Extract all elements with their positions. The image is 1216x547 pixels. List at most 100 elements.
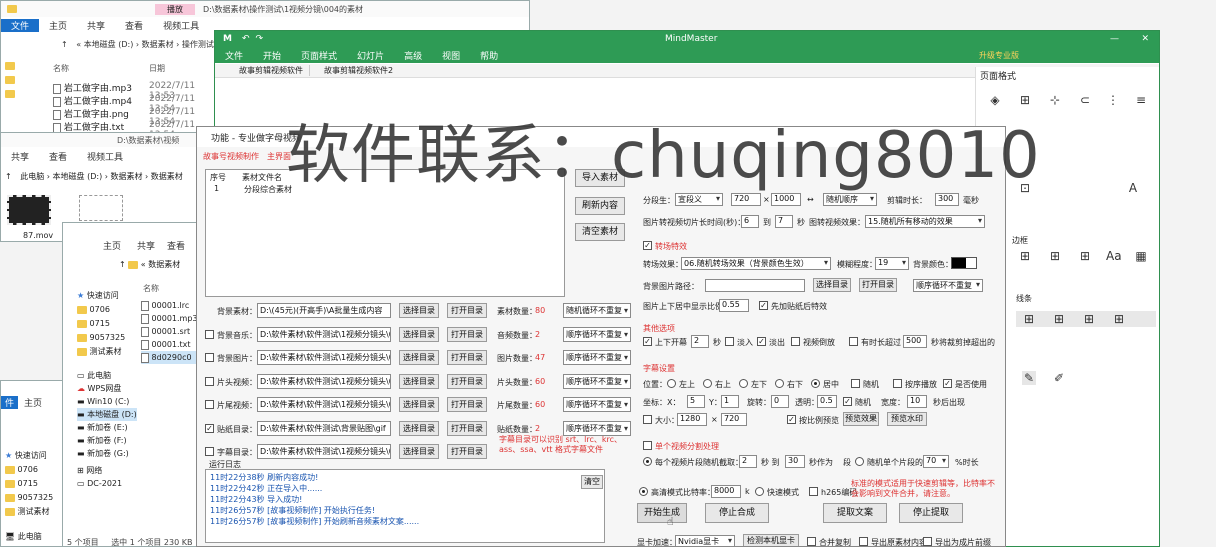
tab-share[interactable]: 共享 [77, 19, 115, 32]
row-path-input[interactable]: D:\软件素材\软件测试\1视频分镜头\0 [257, 326, 391, 342]
list-item[interactable]: 00001.mp3 [141, 312, 198, 325]
row-open-button[interactable]: 打开目录 [447, 326, 487, 342]
run-log[interactable]: 11时22分38秒 刷新内容成功! 11时22分42秒 正在导入中...... … [205, 469, 605, 543]
list-item[interactable]: 00001.txt [141, 338, 198, 351]
nav-folder[interactable]: 9057325 [5, 491, 53, 505]
row-mode-select[interactable]: 顺序循环不重复 [563, 373, 631, 389]
doc-tab[interactable]: 故事剪辑视频软件 [233, 65, 310, 76]
col-name[interactable]: 名称 [143, 283, 159, 294]
font-icon[interactable]: Aa [1106, 249, 1122, 263]
branch-icon[interactable]: ⋮ [1106, 93, 1120, 107]
stop-merge-button[interactable]: 停止合成 [705, 503, 769, 523]
row-mode-select[interactable]: 顺序循环不重复 [563, 420, 631, 436]
cut-pct-select[interactable]: 70 [923, 455, 949, 468]
transition-select[interactable]: 06.随机转场效果（背景颜色生效） [681, 257, 831, 270]
row-select-button[interactable]: 选择目录 [399, 303, 439, 318]
rotate-input[interactable]: 0 [771, 395, 789, 408]
image-effect-select[interactable]: 15.随机所有移动的效果 [865, 215, 985, 228]
cut-min-input[interactable]: 2 [739, 455, 757, 468]
video-thumbnail[interactable] [7, 195, 51, 225]
tab-story-video[interactable]: 故事号视频制作 [197, 151, 263, 162]
bg-mode-select[interactable]: 顺序循环不重复 [913, 279, 983, 292]
tree-icon[interactable]: ⊹ [1048, 93, 1062, 107]
grid-icon[interactable]: ⊞ [1022, 312, 1036, 326]
menu-help[interactable]: 帮助 [470, 49, 508, 62]
close-icon[interactable]: ✕ [1141, 34, 1149, 44]
upgrade-button[interactable]: 升级专业版 [979, 50, 1019, 61]
bitrate-input[interactable]: 8000 [711, 485, 741, 498]
pos-bottom-left-radio[interactable] [739, 379, 748, 388]
row-path-input[interactable]: D:\(45元)(开高手)\A批量生成内容 [257, 303, 391, 318]
cut-max-input[interactable]: 30 [785, 455, 805, 468]
col-name[interactable]: 名称 [53, 63, 69, 74]
row-open-button[interactable]: 打开目录 [447, 373, 487, 389]
extract-text-button[interactable]: 提取文案 [823, 503, 887, 523]
video-thumbnail[interactable] [79, 195, 123, 221]
nav-folder[interactable]: 测试素材 [5, 505, 53, 519]
row-open-button[interactable]: 打开目录 [447, 397, 487, 412]
gpu-select[interactable]: Nvidia显卡 [675, 535, 735, 546]
pos-top-right-radio[interactable] [703, 379, 712, 388]
tab-file[interactable]: 文件 [1, 18, 40, 32]
nav-quick-access[interactable]: ★ 快速访问 [5, 449, 53, 463]
nav-folder[interactable]: 0706 [77, 303, 125, 317]
row-mode-select[interactable]: 顺序循环不重复 [563, 397, 631, 412]
row-mode-select[interactable]: 随机循环不重复 [563, 303, 631, 318]
fast-mode-radio[interactable] [755, 487, 764, 496]
grid-icon[interactable]: ⊞ [1048, 249, 1062, 263]
curtain-seconds-input[interactable]: 2 [691, 335, 709, 348]
nav-folder[interactable]: 0715 [5, 477, 53, 491]
breadcrumb[interactable]: ↑ « 本地磁盘 (D:) › 数据素材 › 操作测试 [61, 39, 214, 53]
minimize-icon[interactable]: — [1110, 34, 1119, 44]
pos-bottom-right-radio[interactable] [775, 379, 784, 388]
grid-icon[interactable]: ⊞ [1082, 312, 1096, 326]
log-clear-button[interactable]: 清空 [581, 475, 603, 489]
tab-video-tools[interactable]: 视频工具 [77, 150, 133, 163]
size-width-input[interactable]: 1280 [677, 413, 707, 426]
appear-input[interactable]: 10 [907, 395, 927, 408]
list-item[interactable]: 岩工做字由.mp3 2022/7/11 13:53 [53, 81, 195, 101]
preview-effect-button[interactable]: 预览效果 [843, 412, 879, 426]
sticker-first-checkbox[interactable]: ✓ [759, 301, 768, 310]
row-path-input[interactable]: D:\软件素材\软件测试\背景贴图\gif [257, 420, 391, 436]
limit-input[interactable]: 500 [903, 335, 927, 348]
row-checkbox[interactable] [205, 329, 214, 339]
cut-random-radio[interactable] [643, 457, 652, 466]
detect-gpu-button[interactable]: 检测本机显卡 [743, 534, 799, 546]
text-box-icon[interactable]: A [1126, 181, 1140, 195]
size-checkbox[interactable] [643, 415, 652, 424]
grid-icon[interactable]: ⊞ [1018, 249, 1032, 263]
row-select-button[interactable]: 选择目录 [399, 373, 439, 389]
breadcrumb[interactable]: ↑ « 数据素材 [119, 259, 180, 270]
menu-start[interactable]: 开始 [253, 49, 291, 62]
tab-share[interactable]: 共享 [129, 239, 163, 252]
row-checkbox[interactable] [205, 376, 214, 386]
merge-copy-checkbox[interactable] [807, 537, 816, 546]
list-item[interactable]: 岩工做字由.png 2022/7/11 13:54 [53, 107, 195, 127]
up-arrow-icon[interactable]: ↑ [5, 172, 12, 181]
menu-file[interactable]: 文件 [215, 49, 253, 62]
limit-checkbox[interactable] [849, 337, 858, 346]
tab-share[interactable]: 共享 [1, 150, 39, 163]
row-select-button[interactable]: 选择目录 [399, 397, 439, 412]
nav-quick-access[interactable]: ★ 快速访问 [77, 289, 125, 303]
row-select-button[interactable]: 选择目录 [399, 350, 439, 365]
slice-min-input[interactable]: 6 [741, 215, 759, 228]
breadcrumb[interactable]: ↑ 此电脑 › 本地磁盘 (D:) › 数据素材 › 数据素材 [5, 171, 183, 182]
bg-image-input[interactable] [705, 279, 805, 292]
reverse-checkbox[interactable] [791, 337, 800, 346]
undo-icon[interactable]: ↶ [242, 34, 250, 44]
nav-drive[interactable]: ▬ Win10 (C:) [77, 395, 137, 408]
bg-select-button[interactable]: 选择目录 [813, 278, 851, 292]
list-item[interactable]: 岩工做字由.mp4 2022/7/11 13:54 [53, 94, 195, 114]
tab-home[interactable]: 主页 [39, 19, 77, 32]
nav-folder[interactable]: 9057325 [77, 331, 125, 345]
nav-this-pc[interactable]: ▭ 此电脑 [77, 369, 137, 382]
ratio-input[interactable]: 0.55 [719, 299, 749, 312]
y-input[interactable]: 1 [721, 395, 739, 408]
row-path-input[interactable]: D:\软件素材\软件测试\1视频分镜头\0 [257, 373, 391, 389]
bg-color-picker[interactable] [951, 257, 977, 269]
preview-ratio-checkbox[interactable]: ✓ [787, 415, 796, 424]
stop-extract-button[interactable]: 停止提取 [899, 503, 963, 523]
nav-network-pc[interactable]: ▭ DC-2021 [77, 477, 137, 490]
